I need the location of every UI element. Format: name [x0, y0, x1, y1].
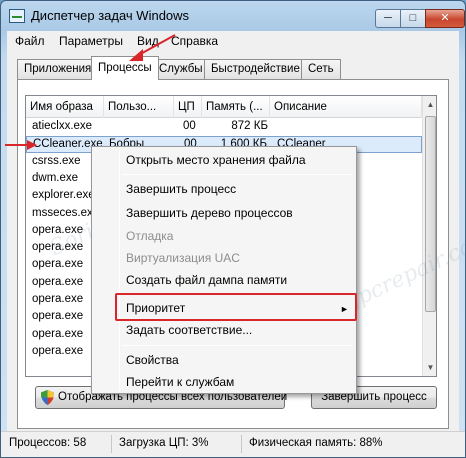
status-divider	[241, 435, 242, 453]
ctx-create-dump-file[interactable]: Создать файл дампа памяти	[126, 273, 287, 287]
ctx-debug: Отладка	[126, 229, 174, 243]
cell-image-name: atieclxx.exe	[32, 120, 93, 132]
context-menu: Открыть место хранения файла Завершить п…	[91, 146, 357, 394]
vertical-scrollbar[interactable]: ▲ ▼	[422, 96, 436, 376]
tab-performance[interactable]: Быстродействие	[204, 59, 307, 79]
annotation-arrow-icon	[5, 140, 37, 150]
tab-applications[interactable]: Приложения	[17, 59, 99, 79]
column-description[interactable]: Описание	[270, 96, 422, 118]
task-manager-window: Диспетчер задач Windows ─ □ ✕ Файл Парам…	[0, 0, 466, 458]
priority-highlight-box	[115, 293, 357, 321]
ctx-go-to-services[interactable]: Перейти к службам	[126, 375, 234, 389]
menu-bar: Файл Параметры Вид Справка	[7, 31, 459, 51]
cell-memory: 872 КБ	[231, 120, 268, 132]
cell-image-name: explorer.exe	[32, 189, 95, 202]
cell-image-name: csrss.exe	[32, 154, 81, 167]
maximize-button[interactable]: □	[400, 9, 426, 28]
close-button[interactable]: ✕	[425, 9, 465, 28]
status-cpu-usage: Загрузка ЦП: 3%	[119, 437, 209, 449]
status-divider	[111, 435, 112, 453]
menu-options[interactable]: Параметры	[59, 34, 123, 48]
list-header: Имя образа Пользо... ЦП Память (... Опис…	[26, 96, 422, 118]
scroll-up-icon[interactable]: ▲	[423, 96, 436, 113]
cell-image-name: opera.exe	[32, 327, 84, 340]
uac-shield-icon	[41, 390, 54, 405]
task-manager-icon	[9, 9, 25, 23]
ctx-properties[interactable]: Свойства	[126, 353, 179, 367]
tab-network[interactable]: Сеть	[301, 59, 341, 79]
table-row[interactable]: atieclxx.exe 00 872 КБ	[26, 119, 422, 136]
minimize-button[interactable]: ─	[375, 9, 401, 28]
cell-image-name: opera.exe	[32, 275, 84, 288]
column-cpu[interactable]: ЦП	[174, 96, 202, 118]
context-menu-gutter	[119, 149, 120, 391]
ctx-separator	[122, 345, 352, 346]
ctx-end-process-tree[interactable]: Завершить дерево процессов	[126, 206, 293, 220]
cell-image-name: opera.exe	[32, 293, 84, 305]
status-bar: Процессов: 58 Загрузка ЦП: 3% Физическая…	[1, 431, 465, 457]
title-bar[interactable]: Диспетчер задач Windows ─ □ ✕	[1, 1, 465, 31]
ctx-end-process[interactable]: Завершить процесс	[126, 182, 236, 196]
scroll-down-icon[interactable]: ▼	[423, 359, 436, 376]
menu-file[interactable]: Файл	[15, 34, 45, 48]
column-memory[interactable]: Память (...	[202, 96, 270, 118]
column-user[interactable]: Пользо...	[104, 96, 174, 118]
scroll-thumb[interactable]	[425, 116, 436, 312]
window-title: Диспетчер задач Windows	[31, 8, 190, 23]
ctx-open-file-location[interactable]: Открыть место хранения файла	[126, 153, 306, 167]
ctx-separator	[122, 174, 352, 175]
cell-cpu: 00	[183, 120, 196, 132]
ctx-uac-virtualization: Виртуализация UAC	[126, 251, 240, 265]
status-process-count: Процессов: 58	[9, 437, 87, 449]
annotation-arrow-icon	[129, 34, 176, 61]
ctx-set-affinity[interactable]: Задать соответствие...	[126, 323, 252, 337]
status-memory-usage: Физическая память: 88%	[249, 437, 383, 449]
cell-image-name: opera.exe	[32, 344, 84, 357]
cell-image-name: msseces.exe	[32, 206, 100, 219]
column-image-name[interactable]: Имя образа	[26, 96, 104, 118]
cell-image-name: opera.exe	[32, 310, 84, 323]
cell-image-name: dwm.exe	[32, 171, 79, 184]
